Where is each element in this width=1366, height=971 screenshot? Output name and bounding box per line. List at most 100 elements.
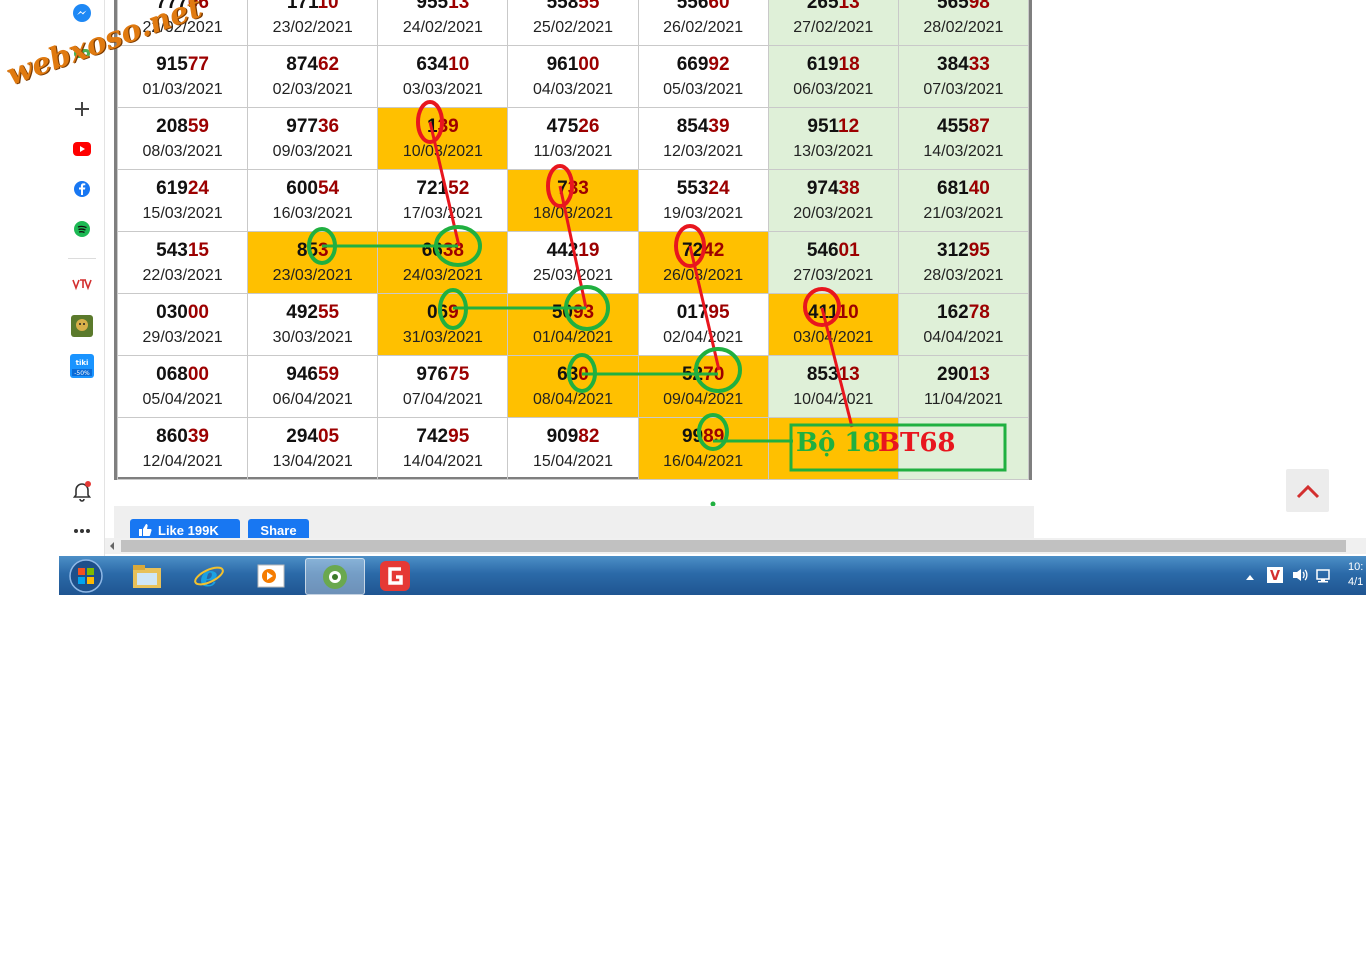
result-cell: 26513 27/02/2021 bbox=[767, 0, 899, 46]
result-number: 47526 bbox=[508, 115, 637, 139]
volume-icon[interactable] bbox=[1291, 567, 1309, 588]
network-icon[interactable] bbox=[1315, 567, 1333, 588]
number-tail: 39 bbox=[708, 115, 730, 137]
number-tail: 38 bbox=[442, 239, 464, 261]
result-cell: 94659 06/04/2021 bbox=[247, 355, 379, 418]
result-date: 05/04/2021 bbox=[142, 390, 223, 408]
browser-sidebar: tiki -50% bbox=[60, 0, 105, 556]
table-row: 03000 29/03/2021 49255 30/03/2021 069 31/03/2… bbox=[116, 293, 1030, 356]
number-head: 721 bbox=[416, 177, 449, 199]
result-date: 23/03/2021 bbox=[272, 266, 353, 284]
media-player-icon[interactable] bbox=[245, 558, 297, 593]
number-tail: 98 bbox=[968, 0, 990, 13]
number-head: 558 bbox=[546, 0, 579, 13]
number-head: 455 bbox=[937, 115, 969, 137]
result-number: 7242 bbox=[639, 239, 768, 263]
result-date: 12/03/2021 bbox=[663, 142, 744, 160]
result-number: 20859 bbox=[118, 115, 247, 139]
number-tail: 95 bbox=[708, 301, 730, 323]
result-cell: 47526 11/03/2021 bbox=[507, 107, 639, 170]
scroll-to-top-button[interactable] bbox=[1286, 469, 1329, 512]
number-head: 634 bbox=[416, 53, 449, 75]
number-tail: 59 bbox=[317, 363, 340, 385]
result-date: 03/03/2021 bbox=[402, 80, 483, 98]
result-cell: 01795 02/04/2021 bbox=[637, 293, 769, 356]
number-head: 860 bbox=[156, 425, 188, 447]
number-tail: 10 bbox=[317, 0, 339, 13]
start-button[interactable] bbox=[61, 558, 111, 593]
result-number: 97438 bbox=[769, 177, 898, 201]
result-cell: 56598 28/02/2021 bbox=[897, 0, 1030, 46]
table-row: 20859 08/03/2021 97736 09/03/2021 139 10/03/2… bbox=[116, 107, 1030, 170]
result-number: 16278 bbox=[899, 301, 1028, 325]
number-head: 915 bbox=[156, 53, 188, 75]
facebook-icon[interactable] bbox=[69, 176, 95, 202]
vietkey-tray-icon[interactable]: V bbox=[1267, 567, 1283, 588]
number-tail: 0 bbox=[578, 363, 589, 385]
result-cell: 54601 27/03/2021 bbox=[767, 231, 899, 294]
number-tail: 13 bbox=[838, 0, 860, 13]
garena-icon[interactable] bbox=[369, 558, 421, 593]
result-number: 733 bbox=[508, 177, 637, 201]
number-tail: 93 bbox=[572, 301, 595, 323]
result-date: 07/03/2021 bbox=[923, 80, 1004, 98]
result-number: 61918 bbox=[769, 53, 898, 77]
result-number: 55855 bbox=[508, 0, 637, 15]
number-head: 06 bbox=[426, 301, 449, 323]
result-number: 55324 bbox=[639, 177, 768, 201]
youtube-icon[interactable] bbox=[69, 136, 95, 162]
tiki-icon[interactable]: tiki -50% bbox=[69, 353, 95, 379]
svg-text:tiki: tiki bbox=[76, 359, 89, 367]
number-head: 669 bbox=[676, 53, 709, 75]
scrollbar-thumb[interactable] bbox=[121, 540, 1346, 552]
spotify-icon[interactable] bbox=[69, 216, 95, 242]
number-tail: 60 bbox=[708, 0, 730, 13]
result-cell: 97736 09/03/2021 bbox=[247, 107, 379, 170]
number-tail: 36 bbox=[317, 115, 340, 137]
result-number: 96100 bbox=[508, 53, 637, 77]
number-tail: 3 bbox=[317, 239, 329, 261]
result-cell: 5270 09/04/2021 bbox=[637, 355, 769, 418]
internet-explorer-icon[interactable]: e bbox=[183, 558, 235, 593]
result-number: 74295 bbox=[378, 425, 507, 449]
notification-bell-icon[interactable] bbox=[69, 478, 95, 504]
result-number: 55660 bbox=[639, 0, 768, 15]
number-tail: 24 bbox=[187, 177, 209, 199]
result-date: 13/04/2021 bbox=[272, 452, 353, 470]
result-cell: 87462 02/03/2021 bbox=[247, 45, 379, 108]
result-cell: 55660 26/02/2021 bbox=[637, 0, 769, 46]
add-icon[interactable] bbox=[69, 96, 95, 122]
result-date: 27/02/2021 bbox=[793, 18, 874, 36]
number-head: 442 bbox=[546, 239, 579, 261]
system-clock[interactable]: 10: 4/1 bbox=[1348, 560, 1363, 590]
result-date: 01/03/2021 bbox=[142, 80, 223, 98]
number-head: 553 bbox=[676, 177, 709, 199]
number-head: 66 bbox=[421, 239, 443, 261]
horizontal-scrollbar[interactable] bbox=[105, 538, 1366, 554]
result-date: 13/03/2021 bbox=[793, 142, 874, 160]
result-date: 28/02/2021 bbox=[923, 18, 1004, 36]
result-date: 16/03/2021 bbox=[272, 204, 353, 222]
game-app-icon[interactable] bbox=[69, 313, 95, 339]
result-cell: 95112 13/03/2021 bbox=[767, 107, 899, 170]
vtv-go-icon[interactable] bbox=[69, 272, 95, 298]
coccoc-browser-icon[interactable] bbox=[305, 558, 365, 595]
file-explorer-icon[interactable] bbox=[121, 558, 173, 593]
number-tail: 00 bbox=[578, 53, 600, 75]
table-row: 54315 22/03/2021 853 23/03/2021 6638 24/03/20… bbox=[116, 231, 1030, 294]
number-tail: 39 bbox=[437, 115, 459, 137]
number-tail: 33 bbox=[968, 53, 990, 75]
more-icon[interactable] bbox=[69, 518, 95, 544]
result-cell: 630 08/04/2021 bbox=[507, 355, 639, 418]
scroll-left-arrow-icon[interactable] bbox=[107, 538, 117, 554]
result-cell: 95513 24/02/2021 bbox=[377, 0, 509, 46]
result-cell: 74295 14/04/2021 bbox=[377, 417, 509, 480]
show-hidden-icons-arrow[interactable] bbox=[1245, 568, 1255, 586]
number-tail: 9 bbox=[448, 301, 459, 323]
result-cell: 06800 05/04/2021 bbox=[116, 355, 249, 418]
number-head: 874 bbox=[286, 53, 318, 75]
result-number: 97675 bbox=[378, 363, 507, 387]
number-tail: 15 bbox=[187, 239, 209, 261]
number-head: 492 bbox=[286, 301, 318, 323]
messenger-icon[interactable] bbox=[69, 0, 95, 26]
